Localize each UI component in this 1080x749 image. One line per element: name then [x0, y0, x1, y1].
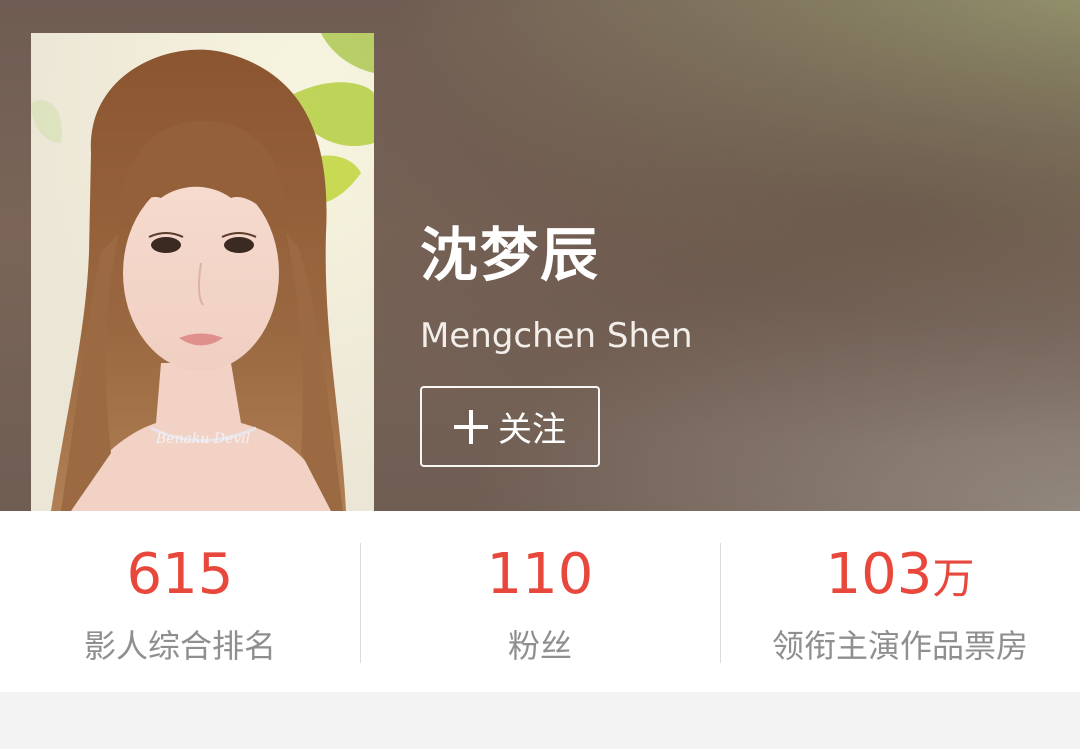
- actor-info: 沈梦辰 Mengchen Shen 关注: [420, 221, 693, 467]
- stat-value: 103万: [720, 545, 1080, 609]
- stat-value: 110: [360, 545, 720, 609]
- actor-stats: 615 影人综合排名 110 粉丝 103万 领衔主演作品票房: [0, 511, 1080, 692]
- stat-ranking[interactable]: 615 影人综合排名: [0, 511, 360, 692]
- stat-value: 615: [0, 545, 360, 609]
- stat-fans[interactable]: 110 粉丝: [360, 511, 720, 692]
- stat-label: 粉丝: [507, 627, 572, 665]
- stat-label: 影人综合排名: [83, 627, 276, 665]
- stat-number: 110: [486, 542, 594, 607]
- actor-name-en: Mengchen Shen: [420, 316, 693, 356]
- stat-box-office[interactable]: 103万 领衔主演作品票房: [720, 511, 1080, 692]
- portrait-photo-icon: Benaku Devil: [31, 33, 374, 511]
- actor-name-cn: 沈梦辰: [420, 221, 601, 289]
- stat-unit: 万: [932, 554, 975, 603]
- actor-header: Benaku Devil 沈梦辰 Mengchen Shen 关注: [0, 0, 1080, 511]
- follow-button[interactable]: 关注: [420, 386, 600, 467]
- stat-number: 103: [825, 542, 933, 607]
- follow-label: 关注: [498, 410, 566, 450]
- svg-text:Benaku Devil: Benaku Devil: [155, 431, 250, 447]
- stat-number: 615: [126, 542, 234, 607]
- actor-poster[interactable]: Benaku Devil: [31, 33, 374, 511]
- stat-label: 领衔主演作品票房: [771, 627, 1028, 665]
- plus-icon: [454, 409, 488, 444]
